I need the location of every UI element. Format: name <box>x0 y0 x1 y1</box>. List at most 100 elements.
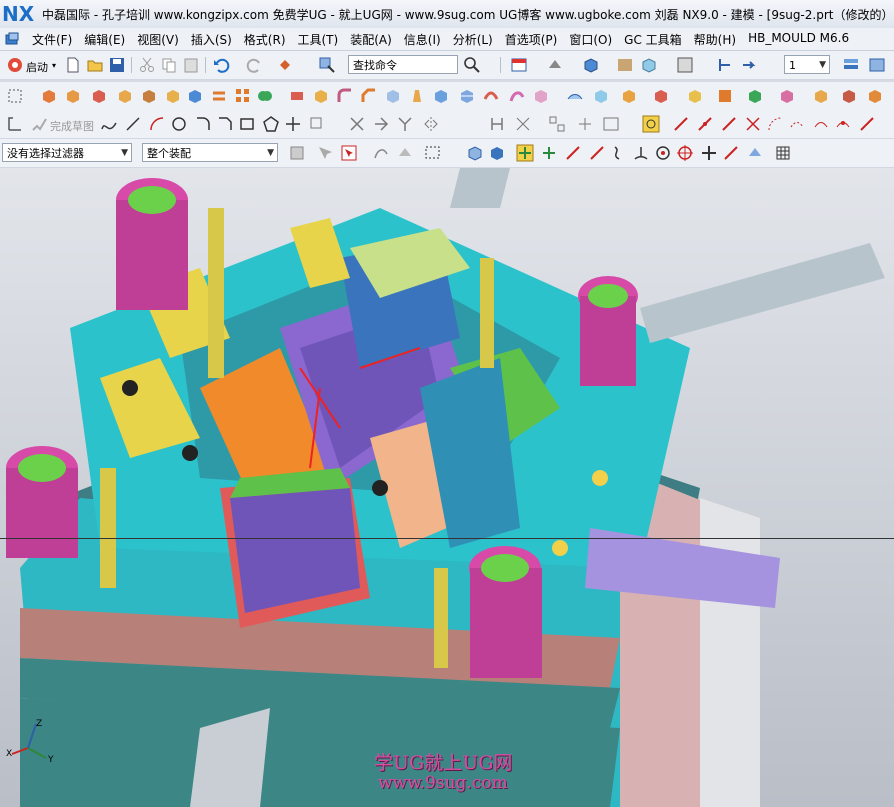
circle-icon[interactable] <box>170 115 188 133</box>
arc-center-icon[interactable] <box>766 115 784 133</box>
select-body-icon[interactable] <box>466 144 484 162</box>
shaded-view-icon[interactable] <box>582 56 600 74</box>
draft-icon[interactable] <box>408 87 426 105</box>
menu-file[interactable]: 文件(F) <box>26 31 78 48</box>
menu-window[interactable]: 窗口(O) <box>563 31 618 48</box>
new-file-icon[interactable] <box>64 56 82 74</box>
point-icon[interactable] <box>284 115 302 133</box>
mould-tool-5-icon[interactable] <box>746 87 764 105</box>
menu-analysis[interactable]: 分析(L) <box>447 31 499 48</box>
sketch-icon[interactable] <box>6 87 24 105</box>
snap-toggle-icon[interactable] <box>516 144 534 162</box>
open-folder-icon[interactable] <box>86 56 104 74</box>
mould-tool-6-icon[interactable] <box>778 87 796 105</box>
polygon-icon[interactable] <box>262 115 280 133</box>
select-curve-icon[interactable] <box>372 144 390 162</box>
mould-tool-1-icon[interactable] <box>620 87 638 105</box>
mould-tool-2-icon[interactable] <box>652 87 670 105</box>
select-all-icon[interactable] <box>288 144 306 162</box>
end-point-icon[interactable] <box>672 115 690 133</box>
profile-icon[interactable] <box>100 115 118 133</box>
thicken-icon[interactable] <box>482 87 500 105</box>
offset-curve-icon[interactable] <box>308 115 326 133</box>
point-snap-icon[interactable] <box>540 144 558 162</box>
start-icon[interactable] <box>6 56 24 74</box>
rectangle-select-icon[interactable] <box>424 144 442 162</box>
menu-edit[interactable]: 编辑(E) <box>78 31 131 48</box>
finish-sketch-label[interactable]: 完成草图 <box>50 118 94 134</box>
show-constraints-icon[interactable] <box>548 115 566 133</box>
extend-curve-icon[interactable] <box>372 115 390 133</box>
start-dropdown-icon[interactable]: ▾ <box>52 61 56 70</box>
corner-icon[interactable] <box>396 115 414 133</box>
shell-icon[interactable] <box>384 87 402 105</box>
rectangle-icon[interactable] <box>238 115 256 133</box>
revolve-icon[interactable] <box>64 87 82 105</box>
emboss-icon[interactable] <box>186 87 204 105</box>
grid-icon[interactable] <box>774 144 792 162</box>
menu-assembly[interactable]: 装配(A) <box>344 31 398 48</box>
copy-icon[interactable] <box>160 56 178 74</box>
mould-tool-9-icon[interactable] <box>866 87 884 105</box>
quadrant-point-icon[interactable] <box>812 115 830 133</box>
orient-view-icon[interactable] <box>640 56 658 74</box>
mould-assembly-model[interactable] <box>0 168 894 807</box>
menu-view[interactable]: 视图(V) <box>131 31 185 48</box>
menu-preferences[interactable]: 首选项(P) <box>499 31 564 48</box>
point-on-curve-icon[interactable] <box>834 115 852 133</box>
layer-category-icon[interactable] <box>868 56 886 74</box>
undo-icon[interactable] <box>212 56 230 74</box>
command-finder-icon[interactable] <box>318 56 336 74</box>
mould-tool-7-icon[interactable] <box>812 87 830 105</box>
pattern-icon[interactable] <box>234 87 252 105</box>
snap-on-face-icon[interactable] <box>746 144 764 162</box>
menu-gc-toolbox[interactable]: GC 工具箱 <box>618 31 688 48</box>
selection-filter-select[interactable]: 没有选择过滤器 ▼ <box>2 143 132 162</box>
general-select-icon[interactable] <box>340 144 358 162</box>
snap-existing-point-icon[interactable] <box>700 144 718 162</box>
pad-icon[interactable] <box>164 87 182 105</box>
chamfer-icon[interactable] <box>360 87 378 105</box>
feature-select-icon[interactable] <box>316 144 334 162</box>
menu-hb-mould[interactable]: HB_MOULD M6.6 <box>742 31 855 48</box>
menu-format[interactable]: 格式(R) <box>238 31 292 48</box>
select-face-icon[interactable] <box>396 144 414 162</box>
layer-settings-icon[interactable] <box>510 56 528 74</box>
snap-quadrant-icon[interactable] <box>676 144 694 162</box>
command-search-input[interactable]: 查找命令 <box>348 55 458 74</box>
start-label[interactable]: 启动 <box>26 59 48 75</box>
select-component-icon[interactable] <box>488 144 506 162</box>
mould-tool-3-icon[interactable] <box>686 87 704 105</box>
work-layer-icon[interactable] <box>716 56 734 74</box>
chamfer-sketch-icon[interactable] <box>216 115 234 133</box>
search-icon[interactable] <box>463 56 481 74</box>
redo-icon[interactable] <box>246 56 264 74</box>
intersect-icon[interactable] <box>312 87 330 105</box>
subtract-icon[interactable] <box>288 87 306 105</box>
fillet-icon[interactable] <box>194 115 212 133</box>
tangent-point-icon[interactable] <box>788 115 806 133</box>
snap-tangent-icon[interactable] <box>632 144 650 162</box>
layer-visibility-icon[interactable] <box>842 56 860 74</box>
work-layer-select[interactable]: 1 ▼ <box>784 55 830 74</box>
menu-insert[interactable]: 插入(S) <box>185 31 238 48</box>
control-point-icon[interactable] <box>720 115 738 133</box>
mould-tool-8-icon[interactable] <box>840 87 858 105</box>
select-feature-icon[interactable] <box>276 56 294 74</box>
split-body-icon[interactable] <box>458 87 476 105</box>
menu-help[interactable]: 帮助(H) <box>688 31 742 48</box>
menu-tools[interactable]: 工具(T) <box>292 31 345 48</box>
menu-information[interactable]: 信息(I) <box>398 31 447 48</box>
surface-icon[interactable] <box>566 87 584 105</box>
render-style-icon[interactable] <box>546 56 564 74</box>
mirror-curve-icon[interactable] <box>422 115 440 133</box>
snap-mid-icon[interactable] <box>588 144 606 162</box>
sew-icon[interactable] <box>592 87 610 105</box>
sweep-icon[interactable] <box>508 87 526 105</box>
cut-icon[interactable] <box>138 56 156 74</box>
relations-browser-icon[interactable] <box>602 115 620 133</box>
edge-blend-icon[interactable] <box>336 87 354 105</box>
move-to-layer-icon[interactable] <box>740 56 758 74</box>
snap-center-icon[interactable] <box>654 144 672 162</box>
snap-on-curve-icon[interactable] <box>722 144 740 162</box>
